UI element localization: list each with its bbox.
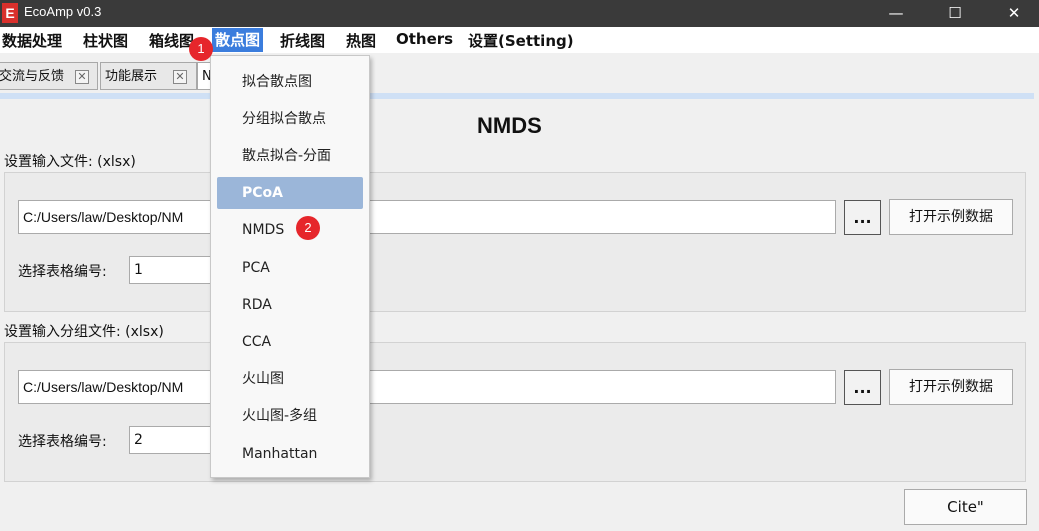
input-file-panel	[4, 172, 1026, 312]
group-file-label: 设置输入分组文件: (xlsx)	[4, 324, 164, 340]
menu-others[interactable]: Others	[396, 30, 453, 48]
menu-item-nmds[interactable]: NMDS	[217, 214, 363, 246]
input-file-path-field[interactable]: C:/Users/law/Desktop/NM	[18, 200, 836, 234]
tab-content-divider	[0, 93, 1034, 99]
group-file-path-field[interactable]: C:/Users/law/Desktop/NM	[18, 370, 836, 404]
sheet-number-label: 选择表格编号:	[18, 264, 107, 280]
browse-input-file-button[interactable]: ...	[844, 200, 881, 235]
menu-item-pca[interactable]: PCA	[217, 252, 363, 284]
menu-item-rda[interactable]: RDA	[217, 289, 363, 321]
menu-item-cca[interactable]: CCA	[217, 326, 363, 358]
input-file-label: 设置输入文件: (xlsx)	[4, 154, 136, 170]
menu-bar: 数据处理 柱状图 箱线图 散点图 折线图 热图 Others 设置(Settin…	[0, 27, 1039, 53]
menu-heatmap[interactable]: 热图	[346, 30, 376, 51]
menu-line-chart[interactable]: 折线图	[280, 30, 325, 51]
menu-item-manhattan[interactable]: Manhattan	[217, 438, 363, 470]
tab-bar: 交流与反馈 ✕ 功能展示 ✕ N	[0, 60, 1039, 94]
group-sheet-number-input[interactable]: 2	[129, 426, 219, 454]
open-example-data-button[interactable]: 打开示例数据	[889, 199, 1013, 235]
menu-data-processing[interactable]: 数据处理	[2, 30, 62, 51]
menu-item-pcoa[interactable]: PCoA	[217, 177, 363, 209]
sheet-number-input[interactable]: 1	[129, 256, 219, 284]
close-icon[interactable]: ✕	[173, 70, 187, 84]
group-file-panel	[4, 342, 1026, 482]
group-sheet-number-label: 选择表格编号:	[18, 434, 107, 450]
open-example-group-data-button[interactable]: 打开示例数据	[889, 369, 1013, 405]
menu-item-volcano[interactable]: 火山图	[217, 363, 363, 395]
window-title: EcoAmp v0.3	[24, 4, 102, 19]
step-badge-1: 1	[189, 37, 213, 61]
menu-item-scatter-facet[interactable]: 散点拟合-分面	[217, 140, 363, 172]
minimize-button[interactable]: —	[876, 0, 916, 27]
menu-boxplot[interactable]: 箱线图	[149, 30, 194, 51]
menu-bar-chart[interactable]: 柱状图	[83, 30, 128, 51]
menu-item-group-fit-scatter[interactable]: 分组拟合散点	[217, 103, 363, 135]
cite-button[interactable]: Cite"	[904, 489, 1027, 525]
maximize-button[interactable]: ☐	[935, 0, 975, 27]
close-icon[interactable]: ✕	[75, 70, 89, 84]
tab-feature-demo[interactable]: 功能展示 ✕	[100, 62, 197, 90]
step-badge-2: 2	[296, 216, 320, 240]
app-logo-icon: E	[2, 3, 18, 23]
browse-group-file-button[interactable]: ...	[844, 370, 881, 405]
scatter-dropdown-menu: 拟合散点图 分组拟合散点 散点拟合-分面 PCoA NMDS PCA RDA C…	[210, 55, 370, 478]
menu-settings[interactable]: 设置(Setting)	[468, 30, 574, 51]
title-bar: E EcoAmp v0.3 — ☐ ✕	[0, 0, 1039, 27]
menu-item-fit-scatter[interactable]: 拟合散点图	[217, 66, 363, 98]
close-button[interactable]: ✕	[994, 0, 1034, 27]
menu-scatter[interactable]: 散点图	[212, 28, 264, 52]
tab-label: 交流与反馈	[0, 69, 65, 84]
tab-feedback[interactable]: 交流与反馈 ✕	[0, 62, 98, 90]
page-title: NMDS	[477, 113, 542, 138]
tab-label: 功能展示	[105, 69, 158, 84]
menu-item-volcano-multigroup[interactable]: 火山图-多组	[217, 400, 363, 432]
